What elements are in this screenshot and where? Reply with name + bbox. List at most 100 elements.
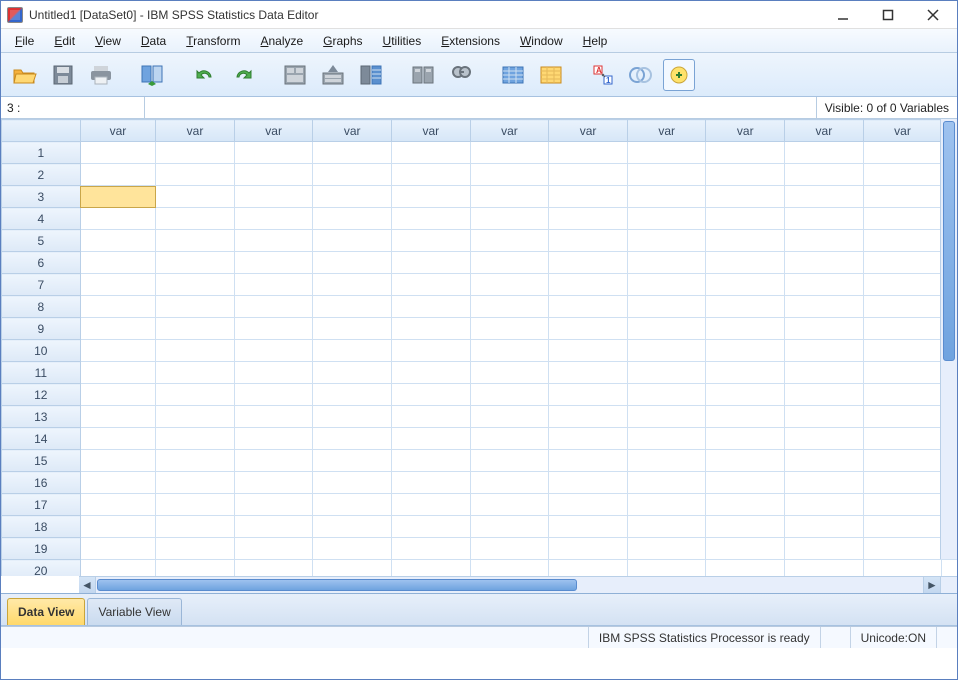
data-cell[interactable] xyxy=(156,164,235,186)
data-cell[interactable] xyxy=(156,340,235,362)
data-cell[interactable] xyxy=(627,318,706,340)
tab-data-view[interactable]: Data View xyxy=(7,598,85,625)
data-cell[interactable] xyxy=(156,208,235,230)
data-cell[interactable] xyxy=(706,230,785,252)
data-cell[interactable] xyxy=(549,428,628,450)
data-cell[interactable] xyxy=(863,164,942,186)
data-cell[interactable] xyxy=(627,296,706,318)
data-cell[interactable] xyxy=(80,230,156,252)
open-button[interactable] xyxy=(9,59,41,91)
data-cell[interactable] xyxy=(234,142,313,164)
data-cell[interactable] xyxy=(863,450,942,472)
split-file-button[interactable]: A1 xyxy=(587,59,619,91)
data-cell[interactable] xyxy=(80,252,156,274)
data-cell[interactable] xyxy=(549,516,628,538)
data-cell[interactable] xyxy=(785,252,864,274)
data-cell[interactable] xyxy=(785,384,864,406)
row-header[interactable]: 14 xyxy=(2,428,81,450)
data-cell[interactable] xyxy=(392,252,471,274)
data-cell[interactable] xyxy=(313,230,392,252)
data-cell[interactable] xyxy=(785,362,864,384)
data-cell[interactable] xyxy=(313,494,392,516)
column-header[interactable]: var xyxy=(234,120,313,142)
data-cell[interactable] xyxy=(156,296,235,318)
data-cell[interactable] xyxy=(549,560,628,577)
data-cell[interactable] xyxy=(470,406,549,428)
data-cell[interactable] xyxy=(313,296,392,318)
data-cell[interactable] xyxy=(156,560,235,577)
grid-corner-cell[interactable] xyxy=(2,120,81,142)
data-cell[interactable] xyxy=(313,560,392,577)
data-cell[interactable] xyxy=(863,230,942,252)
data-cell[interactable] xyxy=(392,318,471,340)
row-header[interactable]: 4 xyxy=(2,208,81,230)
row-header[interactable]: 7 xyxy=(2,274,81,296)
data-cell[interactable] xyxy=(234,406,313,428)
data-cell[interactable] xyxy=(706,318,785,340)
data-cell[interactable] xyxy=(392,516,471,538)
goto-variable-button[interactable] xyxy=(317,59,349,91)
column-header[interactable]: var xyxy=(80,120,156,142)
data-cell[interactable] xyxy=(470,560,549,577)
data-cell[interactable] xyxy=(627,494,706,516)
data-cell[interactable] xyxy=(234,318,313,340)
data-cell[interactable] xyxy=(80,538,156,560)
data-cell[interactable] xyxy=(627,428,706,450)
data-cell[interactable] xyxy=(156,516,235,538)
data-cell[interactable] xyxy=(234,340,313,362)
data-cell[interactable] xyxy=(470,274,549,296)
scroll-left-button[interactable]: ◄ xyxy=(79,577,96,593)
column-header[interactable]: var xyxy=(470,120,549,142)
data-cell[interactable] xyxy=(234,186,313,208)
data-cell[interactable] xyxy=(627,406,706,428)
data-cell[interactable] xyxy=(627,142,706,164)
data-cell[interactable] xyxy=(942,560,957,577)
data-cell[interactable] xyxy=(549,538,628,560)
data-cell[interactable] xyxy=(627,208,706,230)
data-cell[interactable] xyxy=(234,494,313,516)
data-cell[interactable] xyxy=(863,560,942,577)
data-cell[interactable] xyxy=(549,296,628,318)
data-cell[interactable] xyxy=(863,428,942,450)
data-cell[interactable] xyxy=(863,384,942,406)
data-cell[interactable] xyxy=(392,450,471,472)
data-cell[interactable] xyxy=(627,186,706,208)
data-cell[interactable] xyxy=(392,560,471,577)
column-header[interactable]: var xyxy=(785,120,864,142)
menu-file[interactable]: File xyxy=(5,31,44,51)
data-grid[interactable]: varvarvarvarvarvarvarvarvarvarvarvar 123… xyxy=(1,119,957,576)
data-cell[interactable] xyxy=(392,428,471,450)
data-cell[interactable] xyxy=(863,472,942,494)
data-cell[interactable] xyxy=(785,164,864,186)
data-cell[interactable] xyxy=(156,230,235,252)
row-header[interactable]: 6 xyxy=(2,252,81,274)
save-button[interactable] xyxy=(47,59,79,91)
data-cell[interactable] xyxy=(156,450,235,472)
data-cell[interactable] xyxy=(470,142,549,164)
data-cell[interactable] xyxy=(392,538,471,560)
data-cell[interactable] xyxy=(313,186,392,208)
column-header[interactable]: var xyxy=(863,120,942,142)
data-cell[interactable] xyxy=(313,208,392,230)
column-header[interactable]: var xyxy=(156,120,235,142)
data-cell[interactable] xyxy=(785,230,864,252)
data-cell[interactable] xyxy=(80,274,156,296)
data-cell[interactable] xyxy=(706,208,785,230)
column-header[interactable]: var xyxy=(313,120,392,142)
data-cell[interactable] xyxy=(313,450,392,472)
data-cell[interactable] xyxy=(234,252,313,274)
data-cell[interactable] xyxy=(549,186,628,208)
data-cell[interactable] xyxy=(549,318,628,340)
data-cell[interactable] xyxy=(863,296,942,318)
data-cell[interactable] xyxy=(234,472,313,494)
menu-transform[interactable]: Transform xyxy=(176,31,250,51)
data-cell[interactable] xyxy=(80,516,156,538)
data-cell[interactable] xyxy=(706,384,785,406)
data-cell[interactable] xyxy=(156,384,235,406)
data-cell[interactable] xyxy=(863,142,942,164)
insert-cases-button[interactable] xyxy=(497,59,529,91)
data-cell[interactable] xyxy=(80,318,156,340)
data-cell[interactable] xyxy=(80,362,156,384)
data-cell[interactable] xyxy=(706,516,785,538)
data-cell[interactable] xyxy=(392,296,471,318)
